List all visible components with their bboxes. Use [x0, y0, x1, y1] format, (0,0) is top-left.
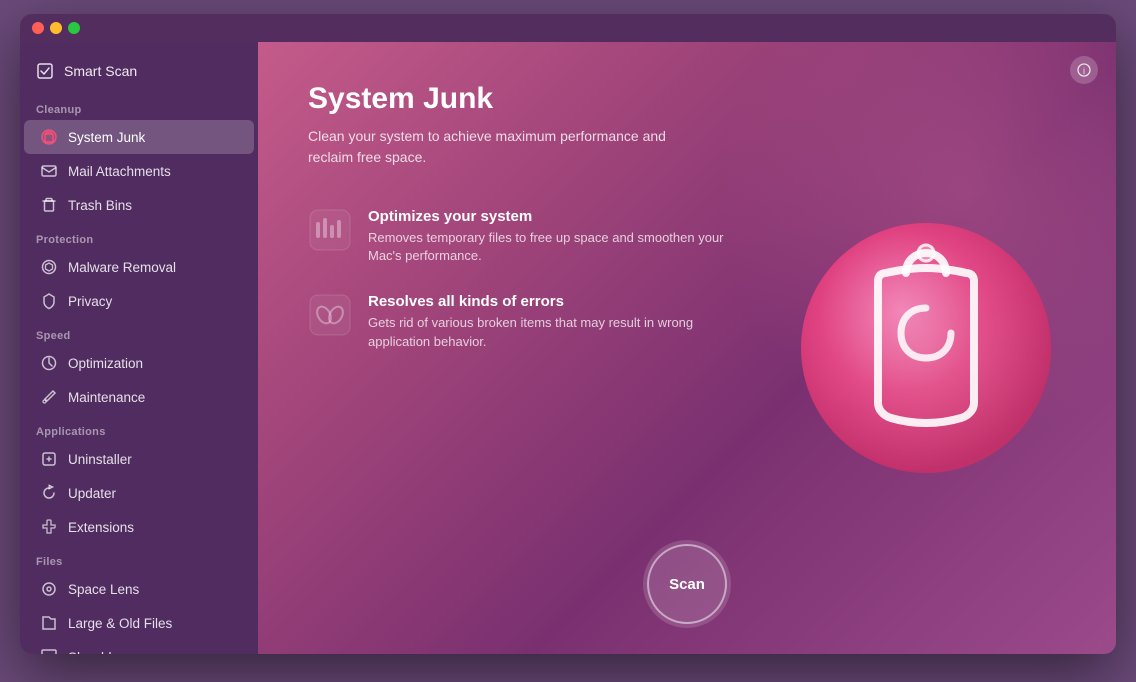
- title-bar: [20, 14, 1116, 42]
- optimize-icon: [308, 208, 352, 252]
- feature-text-optimize: Optimizes your system Removes temporary …: [368, 208, 728, 265]
- sidebar-item-maintenance[interactable]: Maintenance: [24, 380, 254, 414]
- scan-button[interactable]: Scan: [647, 544, 727, 624]
- privacy-icon: [40, 292, 58, 310]
- sidebar-item-system-junk[interactable]: System Junk: [24, 120, 254, 154]
- sidebar-item-label-system-junk: System Junk: [68, 130, 145, 145]
- sidebar-item-large-old-files[interactable]: Large & Old Files: [24, 606, 254, 640]
- sidebar-item-mail-attachments[interactable]: Mail Attachments: [24, 154, 254, 188]
- sidebar-item-uninstaller[interactable]: Uninstaller: [24, 442, 254, 476]
- section-label-files: Files: [20, 544, 258, 572]
- sidebar-item-trash-bins[interactable]: Trash Bins: [24, 188, 254, 222]
- app-window: Smart Scan Cleanup System Junk: [20, 14, 1116, 654]
- mail-icon: [40, 162, 58, 180]
- page-title: System Junk: [308, 82, 1066, 116]
- main-illustration: [796, 218, 1056, 478]
- feature-title-optimize: Optimizes your system: [368, 208, 728, 225]
- sidebar-item-label-mail-attachments: Mail Attachments: [68, 164, 171, 179]
- updater-icon: [40, 484, 58, 502]
- space-lens-icon: [40, 580, 58, 598]
- help-button[interactable]: i: [1070, 56, 1098, 84]
- traffic-lights: [32, 22, 80, 34]
- large-files-icon: [40, 614, 58, 632]
- sidebar-item-label-updater: Updater: [68, 486, 116, 501]
- sidebar-item-privacy[interactable]: Privacy: [24, 284, 254, 318]
- sidebar-item-label-shredder: Shredder: [68, 650, 124, 655]
- section-label-applications: Applications: [20, 414, 258, 442]
- sidebar-item-label-space-lens: Space Lens: [68, 582, 139, 597]
- features-list: Optimizes your system Removes temporary …: [308, 208, 728, 351]
- malware-icon: [40, 258, 58, 276]
- maximize-button[interactable]: [68, 22, 80, 34]
- sidebar-item-malware-removal[interactable]: Malware Removal: [24, 250, 254, 284]
- shredder-icon: [40, 648, 58, 654]
- close-button[interactable]: [32, 22, 44, 34]
- uninstaller-icon: [40, 450, 58, 468]
- sidebar-item-shredder[interactable]: Shredder: [24, 640, 254, 654]
- sidebar-item-label-extensions: Extensions: [68, 520, 134, 535]
- content-area: Smart Scan Cleanup System Junk: [20, 42, 1116, 654]
- sidebar-item-extensions[interactable]: Extensions: [24, 510, 254, 544]
- extensions-icon: [40, 518, 58, 536]
- section-label-protection: Protection: [20, 222, 258, 250]
- sidebar-item-label-trash-bins: Trash Bins: [68, 198, 132, 213]
- sidebar-item-updater[interactable]: Updater: [24, 476, 254, 510]
- feature-title-errors: Resolves all kinds of errors: [368, 293, 728, 310]
- system-junk-icon: [40, 128, 58, 146]
- feature-text-errors: Resolves all kinds of errors Gets rid of…: [368, 293, 728, 350]
- sidebar-item-label-maintenance: Maintenance: [68, 390, 145, 405]
- feature-errors: Resolves all kinds of errors Gets rid of…: [308, 293, 728, 350]
- smart-scan-label: Smart Scan: [64, 63, 137, 79]
- sidebar-item-label-malware-removal: Malware Removal: [68, 260, 176, 275]
- section-label-speed: Speed: [20, 318, 258, 346]
- errors-icon: [308, 293, 352, 337]
- maintenance-icon: [40, 388, 58, 406]
- optimization-icon: [40, 354, 58, 372]
- sidebar: Smart Scan Cleanup System Junk: [20, 42, 258, 654]
- sidebar-item-label-optimization: Optimization: [68, 356, 143, 371]
- section-label-cleanup: Cleanup: [20, 92, 258, 120]
- sidebar-item-label-privacy: Privacy: [68, 294, 112, 309]
- smart-scan-icon: [36, 62, 54, 80]
- sidebar-item-optimization[interactable]: Optimization: [24, 346, 254, 380]
- feature-desc-optimize: Removes temporary files to free up space…: [368, 229, 728, 265]
- trash-icon: [40, 196, 58, 214]
- main-content: i System Junk Clean your system to achie…: [258, 42, 1116, 654]
- feature-desc-errors: Gets rid of various broken items that ma…: [368, 314, 728, 350]
- scan-button-container: Scan: [647, 544, 727, 624]
- minimize-button[interactable]: [50, 22, 62, 34]
- sidebar-item-label-large-old-files: Large & Old Files: [68, 616, 172, 631]
- sidebar-item-space-lens[interactable]: Space Lens: [24, 572, 254, 606]
- page-subtitle: Clean your system to achieve maximum per…: [308, 126, 688, 168]
- sidebar-item-label-uninstaller: Uninstaller: [68, 452, 132, 467]
- sidebar-item-smart-scan[interactable]: Smart Scan: [20, 50, 258, 92]
- svg-text:i: i: [1083, 66, 1085, 76]
- feature-optimize: Optimizes your system Removes temporary …: [308, 208, 728, 265]
